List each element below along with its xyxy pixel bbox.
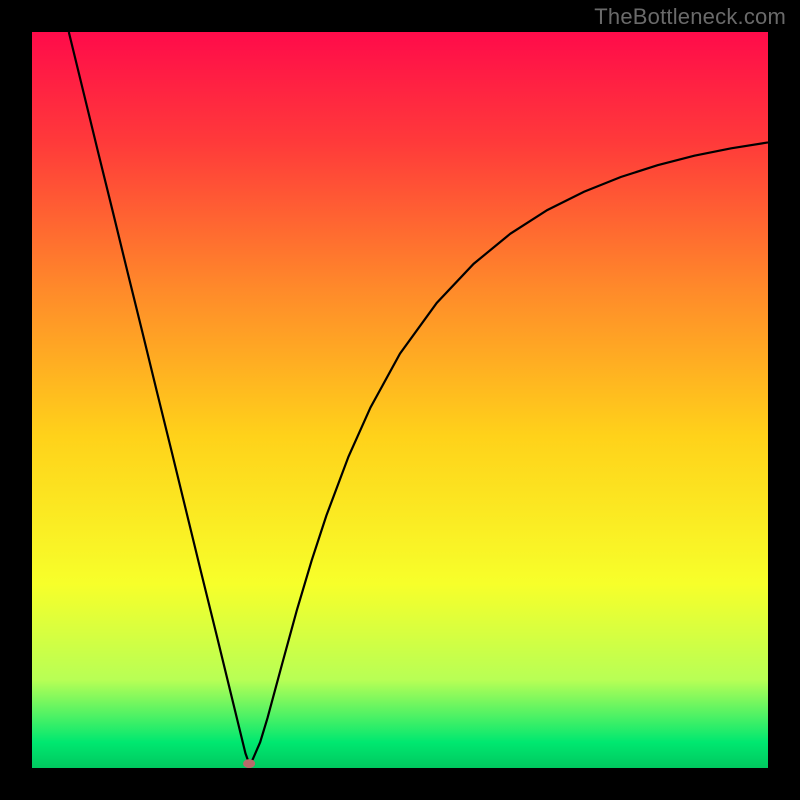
plot-area [32,32,768,768]
min-marker-icon [243,759,255,768]
plot-svg [32,32,768,768]
chart-frame: TheBottleneck.com [0,0,800,800]
watermark-text: TheBottleneck.com [594,4,786,30]
gradient-background [32,32,768,768]
